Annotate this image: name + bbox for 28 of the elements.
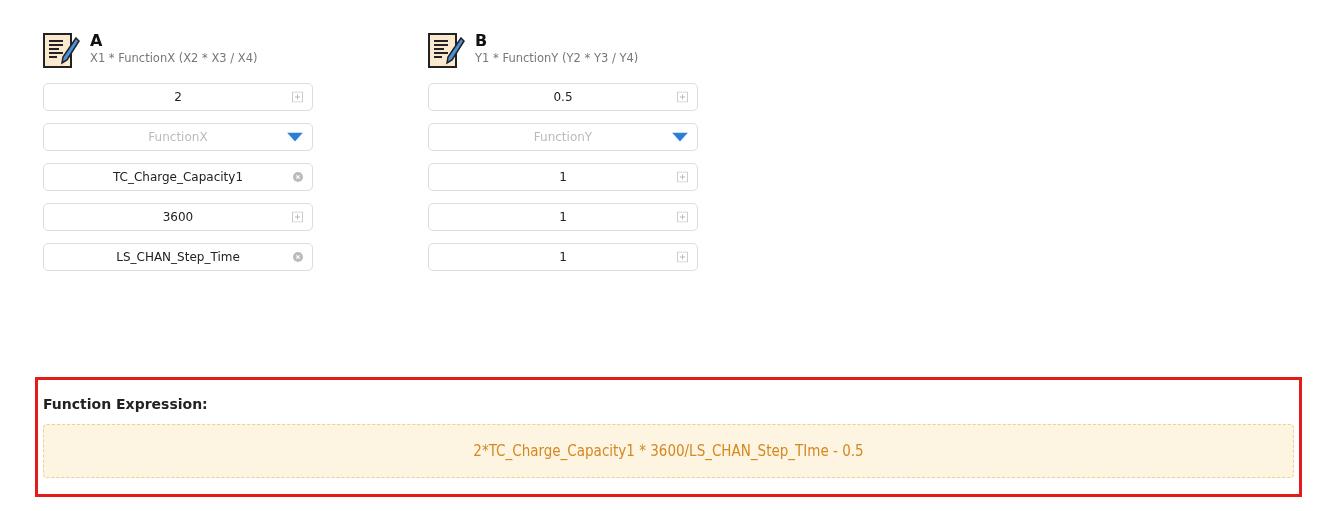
caret-icon[interactable] — [287, 132, 303, 142]
plus-icon[interactable] — [677, 211, 688, 223]
expression-label: Function Expression: — [43, 396, 209, 412]
operand-formula: Y1 * FunctionY (Y2 * Y3 / Y4) — [475, 50, 639, 66]
clear-icon[interactable] — [293, 172, 303, 182]
notepad-pencil-icon — [428, 32, 465, 69]
input-field[interactable]: 1 — [428, 243, 698, 271]
operand-formula: X1 * FunctionX (X2 * X3 / X4) — [90, 50, 258, 66]
input-field[interactable]: 1 — [428, 163, 698, 191]
plus-icon[interactable] — [292, 211, 303, 223]
expression-value: 2*TC_Charge_Capacity1 * 3600/LS_CHAN_Step_TIme - 0.5 — [43, 424, 1294, 478]
input-field[interactable]: 3600 — [43, 203, 313, 231]
notepad-pencil-icon — [43, 32, 80, 69]
clear-icon[interactable] — [293, 252, 303, 262]
plus-icon[interactable] — [677, 171, 688, 183]
input-field[interactable]: TC_Charge_Capacity1 — [43, 163, 313, 191]
input-field[interactable]: 0.5 — [428, 83, 698, 111]
function-select[interactable]: FunctionX — [43, 123, 313, 151]
input-field[interactable]: LS_CHAN_Step_Time — [43, 243, 313, 271]
plus-icon[interactable] — [292, 91, 303, 103]
plus-icon[interactable] — [677, 251, 688, 263]
plus-icon[interactable] — [677, 91, 688, 103]
operand-title: A — [90, 32, 104, 50]
caret-icon[interactable] — [672, 132, 688, 142]
operand-title: B — [475, 32, 489, 50]
input-field[interactable]: 1 — [428, 203, 698, 231]
function-select[interactable]: FunctionY — [428, 123, 698, 151]
input-field[interactable]: 2 — [43, 83, 313, 111]
